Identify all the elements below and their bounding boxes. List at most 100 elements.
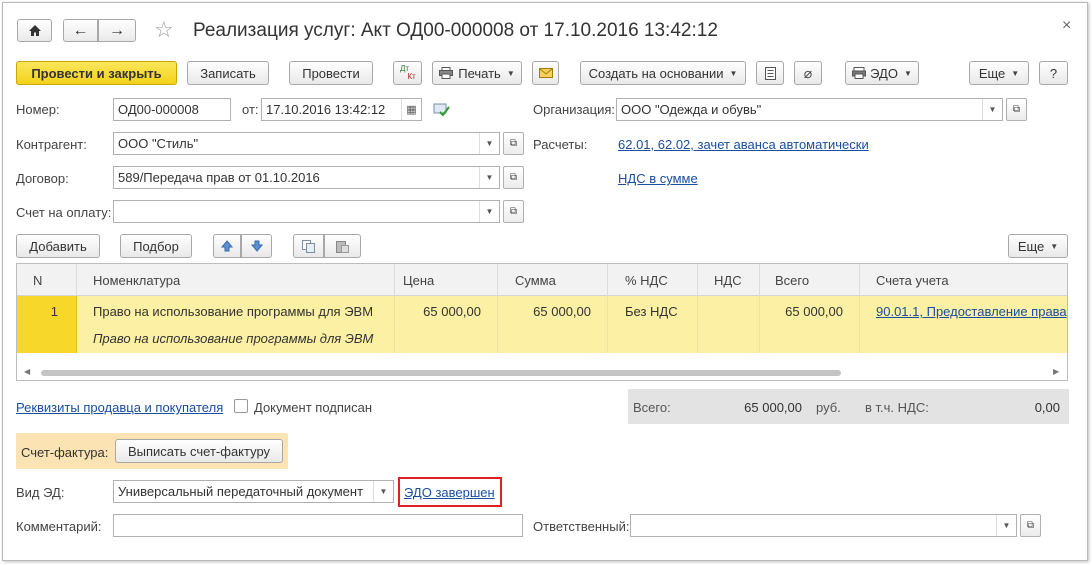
comment-field[interactable] bbox=[113, 514, 523, 537]
chevron-down-icon[interactable]: ▼ bbox=[982, 99, 1002, 120]
open-icon: ⧉ bbox=[509, 138, 518, 149]
vat-rate-cell[interactable]: Без НДС bbox=[608, 296, 698, 353]
help-button[interactable]: ? bbox=[1039, 61, 1068, 85]
scroll-right-icon[interactable]: ▶ bbox=[1053, 367, 1059, 376]
seller-buyer-requisites-link[interactable]: Реквизиты продавца и покупателя bbox=[16, 400, 223, 415]
nomenclature-cell[interactable]: Право на использование программы для ЭВМ… bbox=[77, 296, 395, 353]
more-button[interactable]: Еще ▼ bbox=[969, 61, 1029, 85]
services-table: N Номенклатура Цена Сумма % НДС НДС Всег… bbox=[16, 263, 1068, 381]
arrow-up-icon bbox=[221, 240, 233, 252]
chevron-down-icon[interactable]: ▼ bbox=[996, 515, 1016, 536]
post-button[interactable]: Провести bbox=[289, 61, 373, 85]
column-header-vat[interactable]: НДС bbox=[698, 264, 760, 296]
total-cell[interactable]: 65 000,00 bbox=[760, 296, 860, 353]
currency-label: руб. bbox=[816, 400, 841, 415]
document-signed-label: Документ подписан bbox=[254, 400, 373, 415]
table-row[interactable]: 1 Право на использование программы для Э… bbox=[17, 296, 1067, 353]
edo-button[interactable]: ЭДО ▼ bbox=[845, 61, 919, 85]
invoice-for-payment-label: Счет на оплату: bbox=[16, 205, 112, 220]
responsible-label: Ответственный: bbox=[533, 519, 630, 534]
invoice-for-payment-field[interactable]: ▼ bbox=[113, 200, 500, 223]
paste-icon bbox=[336, 240, 349, 253]
issue-invoice-button[interactable]: Выписать счет-фактуру bbox=[115, 439, 283, 463]
date-value: 17.10.2016 13:42:12 bbox=[266, 102, 386, 117]
service-content-value: Право на использование программы для ЭВМ bbox=[93, 331, 374, 346]
column-header-sum[interactable]: Сумма bbox=[498, 264, 608, 296]
attachments-button[interactable]: ⌀ bbox=[794, 61, 822, 85]
vat-included-amount: 0,00 bbox=[1034, 400, 1060, 415]
accounts-link[interactable]: 90.01.1, Предоставление права bbox=[876, 304, 1067, 319]
select-button[interactable]: Подбор bbox=[120, 234, 192, 258]
settlements-label: Расчеты: bbox=[533, 137, 588, 152]
back-button[interactable]: ← bbox=[63, 19, 98, 42]
chevron-down-icon[interactable]: ▼ bbox=[373, 481, 393, 502]
vat-cell[interactable] bbox=[698, 296, 760, 353]
edo-icon bbox=[852, 67, 867, 79]
chevron-down-icon: ▼ bbox=[506, 68, 515, 78]
contract-open-button[interactable]: ⧉ bbox=[503, 166, 524, 189]
table-more-button[interactable]: Еще ▼ bbox=[1008, 234, 1068, 258]
organization-field[interactable]: ООО "Одежда и обувь" ▼ bbox=[616, 98, 1003, 121]
contractor-field[interactable]: ООО "Стиль" ▼ bbox=[113, 132, 500, 155]
edo-status-link[interactable]: ЭДО завершен bbox=[404, 485, 495, 500]
post-and-close-button[interactable]: Провести и закрыть bbox=[16, 61, 177, 85]
column-header-nomenclature[interactable]: Номенклатура bbox=[77, 264, 395, 296]
home-icon bbox=[28, 25, 41, 36]
number-field[interactable]: ОД00-000008 bbox=[113, 98, 231, 121]
organization-open-button[interactable]: ⧉ bbox=[1006, 98, 1027, 121]
contract-field[interactable]: 589/Передача прав от 01.10.2016 ▼ bbox=[113, 166, 500, 189]
contract-label: Договор: bbox=[16, 171, 69, 186]
scroll-left-icon[interactable]: ◀ bbox=[24, 367, 30, 376]
create-based-on-button[interactable]: Создать на основании ▼ bbox=[580, 61, 746, 85]
move-up-button[interactable] bbox=[213, 234, 241, 258]
column-header-vat-rate[interactable]: % НДС bbox=[608, 264, 698, 296]
column-header-accounts[interactable]: Счета учета bbox=[860, 264, 1067, 296]
totals-panel: Всего: 65 000,00 руб. в т.ч. НДС: 0,00 bbox=[628, 389, 1069, 424]
document-signed-checkbox[interactable] bbox=[234, 399, 248, 413]
home-button[interactable] bbox=[17, 19, 52, 42]
write-button[interactable]: Записать bbox=[187, 61, 269, 85]
document-structure-button[interactable] bbox=[756, 61, 784, 85]
paperclip-icon: ⌀ bbox=[803, 64, 813, 81]
chevron-down-icon[interactable]: ▼ bbox=[479, 201, 499, 222]
column-header-n[interactable]: N bbox=[17, 264, 77, 296]
print-button[interactable]: Печать ▼ bbox=[432, 61, 522, 85]
arrow-right-icon: → bbox=[109, 21, 125, 39]
settlements-link[interactable]: 62.01, 62.02, зачет аванса автоматически bbox=[618, 137, 869, 152]
column-header-price[interactable]: Цена bbox=[395, 264, 498, 296]
price-cell[interactable]: 65 000,00 bbox=[395, 296, 498, 353]
total-amount: 65 000,00 bbox=[744, 400, 802, 415]
paste-button[interactable] bbox=[324, 234, 361, 258]
chevron-down-icon[interactable]: ▼ bbox=[479, 167, 499, 188]
scrollbar-thumb[interactable] bbox=[41, 370, 841, 376]
sum-cell[interactable]: 65 000,00 bbox=[498, 296, 608, 353]
invoice-for-payment-open-button[interactable]: ⧉ bbox=[503, 200, 524, 223]
horizontal-scrollbar[interactable]: ◀ ▶ bbox=[17, 365, 1067, 380]
copy-row-button[interactable] bbox=[293, 234, 324, 258]
add-row-button[interactable]: Добавить bbox=[16, 234, 100, 258]
responsible-open-button[interactable]: ⧉ bbox=[1020, 514, 1041, 537]
forward-button[interactable]: → bbox=[98, 19, 136, 42]
ed-type-field[interactable]: Универсальный передаточный документ ▼ bbox=[113, 480, 394, 503]
invoice-section-label: Счет-фактура: bbox=[21, 445, 109, 460]
row-number: 1 bbox=[50, 304, 58, 319]
vat-link[interactable]: НДС в сумме bbox=[618, 171, 698, 186]
calendar-icon[interactable]: ▦ bbox=[401, 99, 421, 120]
favorite-star-icon[interactable]: ☆ bbox=[154, 18, 174, 42]
column-header-total[interactable]: Всего bbox=[760, 264, 860, 296]
open-icon: ⧉ bbox=[1026, 520, 1035, 531]
open-icon: ⧉ bbox=[509, 206, 518, 217]
date-field[interactable]: 17.10.2016 13:42:12 ▦ bbox=[261, 98, 422, 121]
email-button[interactable] bbox=[532, 61, 559, 85]
accounts-cell[interactable]: 90.01.1, Предоставление права bbox=[860, 296, 1067, 353]
vat-rate-value: Без НДС bbox=[625, 304, 678, 319]
chevron-down-icon: ▼ bbox=[1011, 68, 1020, 78]
table-more-label: Еще bbox=[1017, 238, 1045, 254]
dt-kt-button[interactable]: Дт Кт bbox=[393, 61, 422, 85]
chevron-down-icon[interactable]: ▼ bbox=[479, 133, 499, 154]
contractor-value: ООО "Стиль" bbox=[118, 136, 199, 151]
contractor-open-button[interactable]: ⧉ bbox=[503, 132, 524, 155]
responsible-field[interactable]: ▼ bbox=[630, 514, 1017, 537]
close-icon[interactable]: × bbox=[1062, 17, 1071, 35]
move-down-button[interactable] bbox=[241, 234, 272, 258]
